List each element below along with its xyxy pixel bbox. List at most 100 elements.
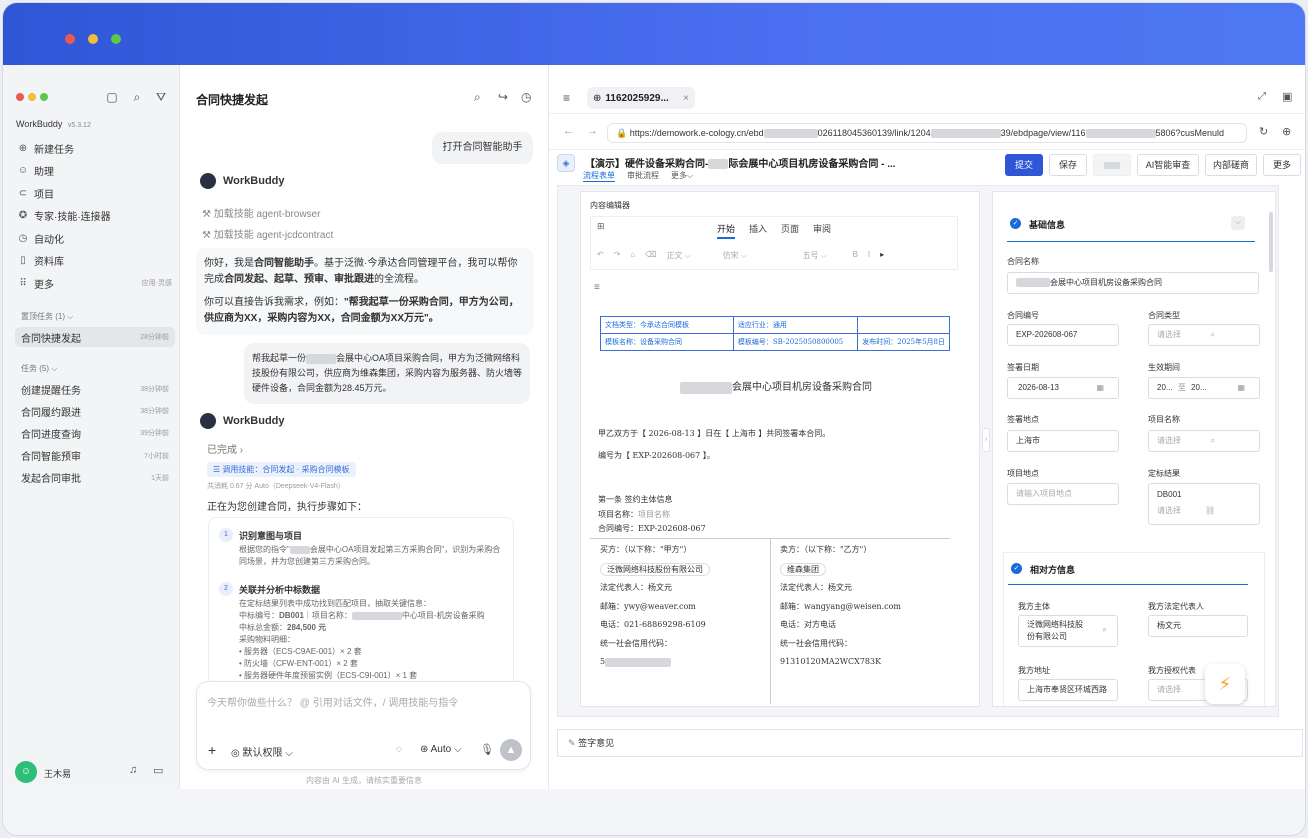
maximize-dot[interactable] — [111, 34, 121, 44]
sign-date-field[interactable]: 2026-08-13 ▦ — [1007, 377, 1119, 399]
undo-icon[interactable]: ↶ — [597, 250, 604, 261]
skill-load-1[interactable]: ⚒ 加载技能 agent-browser — [202, 205, 320, 220]
sign-place-field[interactable]: 上海市 — [1007, 430, 1119, 452]
bold-icon[interactable]: B — [853, 250, 858, 261]
task-item[interactable]: 合同进度查询 39分钟前 — [15, 423, 175, 443]
style-select[interactable]: 正文 ⌵ — [667, 250, 713, 261]
skill-tag[interactable]: ☰ 调用技能：合同发起 · 采购合同模板 — [207, 462, 356, 477]
sidebar-item-1[interactable]: ☺ 助理 — [16, 161, 172, 181]
tasks-header[interactable]: 任务 (5) ⌵ — [21, 363, 57, 374]
scrollbar[interactable] — [1269, 212, 1273, 272]
chat-input-box[interactable]: 今天帮你做些什么？ @ 引用对话文件，/ 调用技能与指令 + ◎ 默认权限 ⌵ … — [196, 681, 531, 770]
tab-more[interactable]: 更多⌵ — [671, 170, 693, 182]
browser-tab[interactable]: ⊕ 1162025929... × — [587, 87, 695, 109]
step-desc: 在定标结果列表中成功找到匹配项目，抽取关键信息： 中标编号：DB001｜项目名称… — [239, 599, 485, 680]
format-painter-icon[interactable]: ⌂ — [630, 250, 635, 261]
ai-review-button[interactable]: AI智能审查 — [1137, 154, 1199, 176]
redo-icon[interactable]: ↷ — [614, 250, 621, 261]
editor-tab-page[interactable]: 页面 — [781, 222, 799, 239]
skill-load-2[interactable]: ⚒ 加载技能 agent-jcdcontract — [202, 226, 333, 241]
step-number: 2 — [219, 582, 233, 596]
mic-icon[interactable]: 🎙 — [480, 743, 494, 756]
legal-rep-field[interactable]: 杨文元 — [1148, 615, 1248, 637]
history-icon[interactable]: ◷ — [521, 90, 531, 104]
bid-result-field[interactable]: DB001 请选择 ⛓ — [1148, 483, 1260, 525]
maximize-dot[interactable] — [40, 93, 48, 101]
collapse-handle[interactable]: › — [982, 428, 990, 452]
minimize-dot[interactable] — [28, 93, 36, 101]
font-select[interactable]: 仿宋 ⌵ — [723, 250, 793, 261]
tab-approval[interactable]: 审批流程 — [627, 170, 659, 182]
task-item[interactable]: 发起合同审批 1天前 — [15, 468, 175, 488]
sidebar-item-5[interactable]: ▯ 资料库 — [16, 251, 172, 271]
editor-tab-start[interactable]: 开始 — [717, 222, 736, 239]
form-area: 内容编辑器 ⊞ 开始 插入 页面 审阅 ↶ ↷ ⌂ ⌫ 正文 ⌵ 仿宋 ⌵ 五号… — [557, 185, 1279, 717]
pinned-task[interactable]: 合同快捷发起 28分钟前 — [15, 327, 175, 347]
our-address-field[interactable]: 上海市奉贤区环城西路 — [1018, 679, 1118, 701]
italic-icon[interactable]: I — [868, 250, 870, 261]
share-icon[interactable]: ↪ — [498, 90, 508, 104]
contract-type-select[interactable]: 请选择 ⌕ — [1148, 324, 1260, 346]
size-select[interactable]: 五号 ⌵ — [803, 250, 843, 261]
chat-input[interactable]: 今天帮你做些什么？ @ 引用对话文件，/ 调用技能与指令 — [207, 694, 458, 709]
clear-format-icon[interactable]: ⌫ — [645, 250, 656, 261]
tab-form[interactable]: 流程表单 — [583, 170, 615, 182]
split-icon[interactable]: ▣ — [1282, 90, 1292, 103]
task-item[interactable]: 合同智能预审 7小时前 — [15, 446, 175, 466]
sidebar-toggle-icon[interactable]: ▢ — [104, 89, 120, 105]
internal-consult-button[interactable]: 内部磋商 — [1205, 154, 1257, 176]
pinned-header[interactable]: 置顶任务 (1) ⌵ — [21, 311, 73, 322]
search-icon: ⌕ — [1102, 625, 1107, 634]
grid-icon[interactable]: ⊞ — [597, 221, 605, 232]
effective-period-field[interactable]: 20... 至 20... ▦ — [1148, 377, 1260, 399]
reload-icon[interactable]: ↻ — [1259, 125, 1268, 138]
sidebar-item-4[interactable]: ◷ 自动化 — [16, 228, 172, 248]
submit-button[interactable]: 提交 — [1005, 154, 1043, 176]
close-dot[interactable] — [16, 93, 24, 101]
sidebar-item-2[interactable]: ⊂ 项目 — [16, 183, 172, 203]
close-dot[interactable] — [65, 34, 75, 44]
menu-icon[interactable]: ≡ — [563, 91, 570, 105]
plus-icon[interactable]: + — [208, 742, 216, 758]
ai-assistant-badge-icon[interactable]: ⚡ — [1205, 664, 1245, 704]
more-button[interactable]: 更多 — [1263, 154, 1301, 176]
seller-line: 邮箱：wangyang@weisen.com — [780, 601, 902, 611]
bell-icon[interactable]: ♫ — [129, 764, 137, 776]
sidebar-item-label: 项目 — [34, 189, 54, 201]
outline-icon[interactable]: ≡ — [594, 282, 600, 293]
more-arrow-icon[interactable]: ▸ — [880, 250, 884, 261]
comment-box[interactable]: ✎ 签字意见 — [557, 729, 1303, 757]
back-icon[interactable]: ← — [563, 125, 574, 137]
permission-select[interactable]: ◎ 默认权限 ⌵ — [231, 744, 293, 759]
globe-icon[interactable]: ⊕ — [1282, 125, 1291, 138]
sidebar-item-3[interactable]: ✪ 专家·技能·连接器 — [16, 206, 172, 226]
minimize-dot[interactable] — [88, 34, 98, 44]
sidebar-item-label: 新建任务 — [34, 144, 74, 156]
editor-tab-insert[interactable]: 插入 — [749, 222, 767, 239]
sidebar-item-6[interactable]: ⠿ 更多 应用·灵感 — [16, 273, 172, 293]
save-button[interactable]: 保存 — [1049, 154, 1087, 176]
message-icon[interactable]: ▭ — [153, 764, 163, 777]
model-select[interactable]: ⊛ Auto ⌵ — [420, 744, 462, 755]
done-toggle[interactable]: 已完成 › — [207, 441, 243, 456]
task-item[interactable]: 合同履约跟进 38分钟前 — [15, 401, 175, 421]
avatar[interactable]: ☺ — [15, 761, 37, 783]
url-bar[interactable]: 🔒 https://demowork.e-cology.cn/ebd 026118… — [607, 123, 1247, 143]
send-icon[interactable]: ▲ — [500, 739, 522, 761]
project-name-select[interactable]: 请选择 ⌕ — [1148, 430, 1260, 452]
our-entity-field[interactable]: 泛微网络科技股份有限公司 ⌕ — [1018, 615, 1118, 647]
task-item[interactable]: 创建提醒任务 38分钟前 — [15, 379, 175, 399]
editor-tab-review[interactable]: 审阅 — [813, 222, 831, 239]
close-icon[interactable]: × — [683, 93, 689, 104]
sidebar-item-0[interactable]: ⊕ 新建任务 — [16, 138, 172, 158]
forward-icon[interactable]: → — [587, 125, 598, 137]
contract-name-field[interactable]: 会展中心项目机房设备采购合同 — [1007, 272, 1259, 294]
project-location-input[interactable]: 请输入项目地点 — [1007, 483, 1119, 505]
layers-icon[interactable]: ◈ — [557, 154, 575, 172]
filter-icon[interactable]: ⛛ — [153, 89, 169, 105]
contract-code-field[interactable]: EXP-202608-067 — [1007, 324, 1119, 346]
search-icon[interactable]: ⌕ — [474, 90, 481, 105]
expand-icon[interactable]: ⤢ — [1258, 91, 1266, 102]
search-icon[interactable]: ⌕ — [129, 89, 145, 105]
collapse-icon[interactable]: ⌵ — [1231, 216, 1245, 230]
